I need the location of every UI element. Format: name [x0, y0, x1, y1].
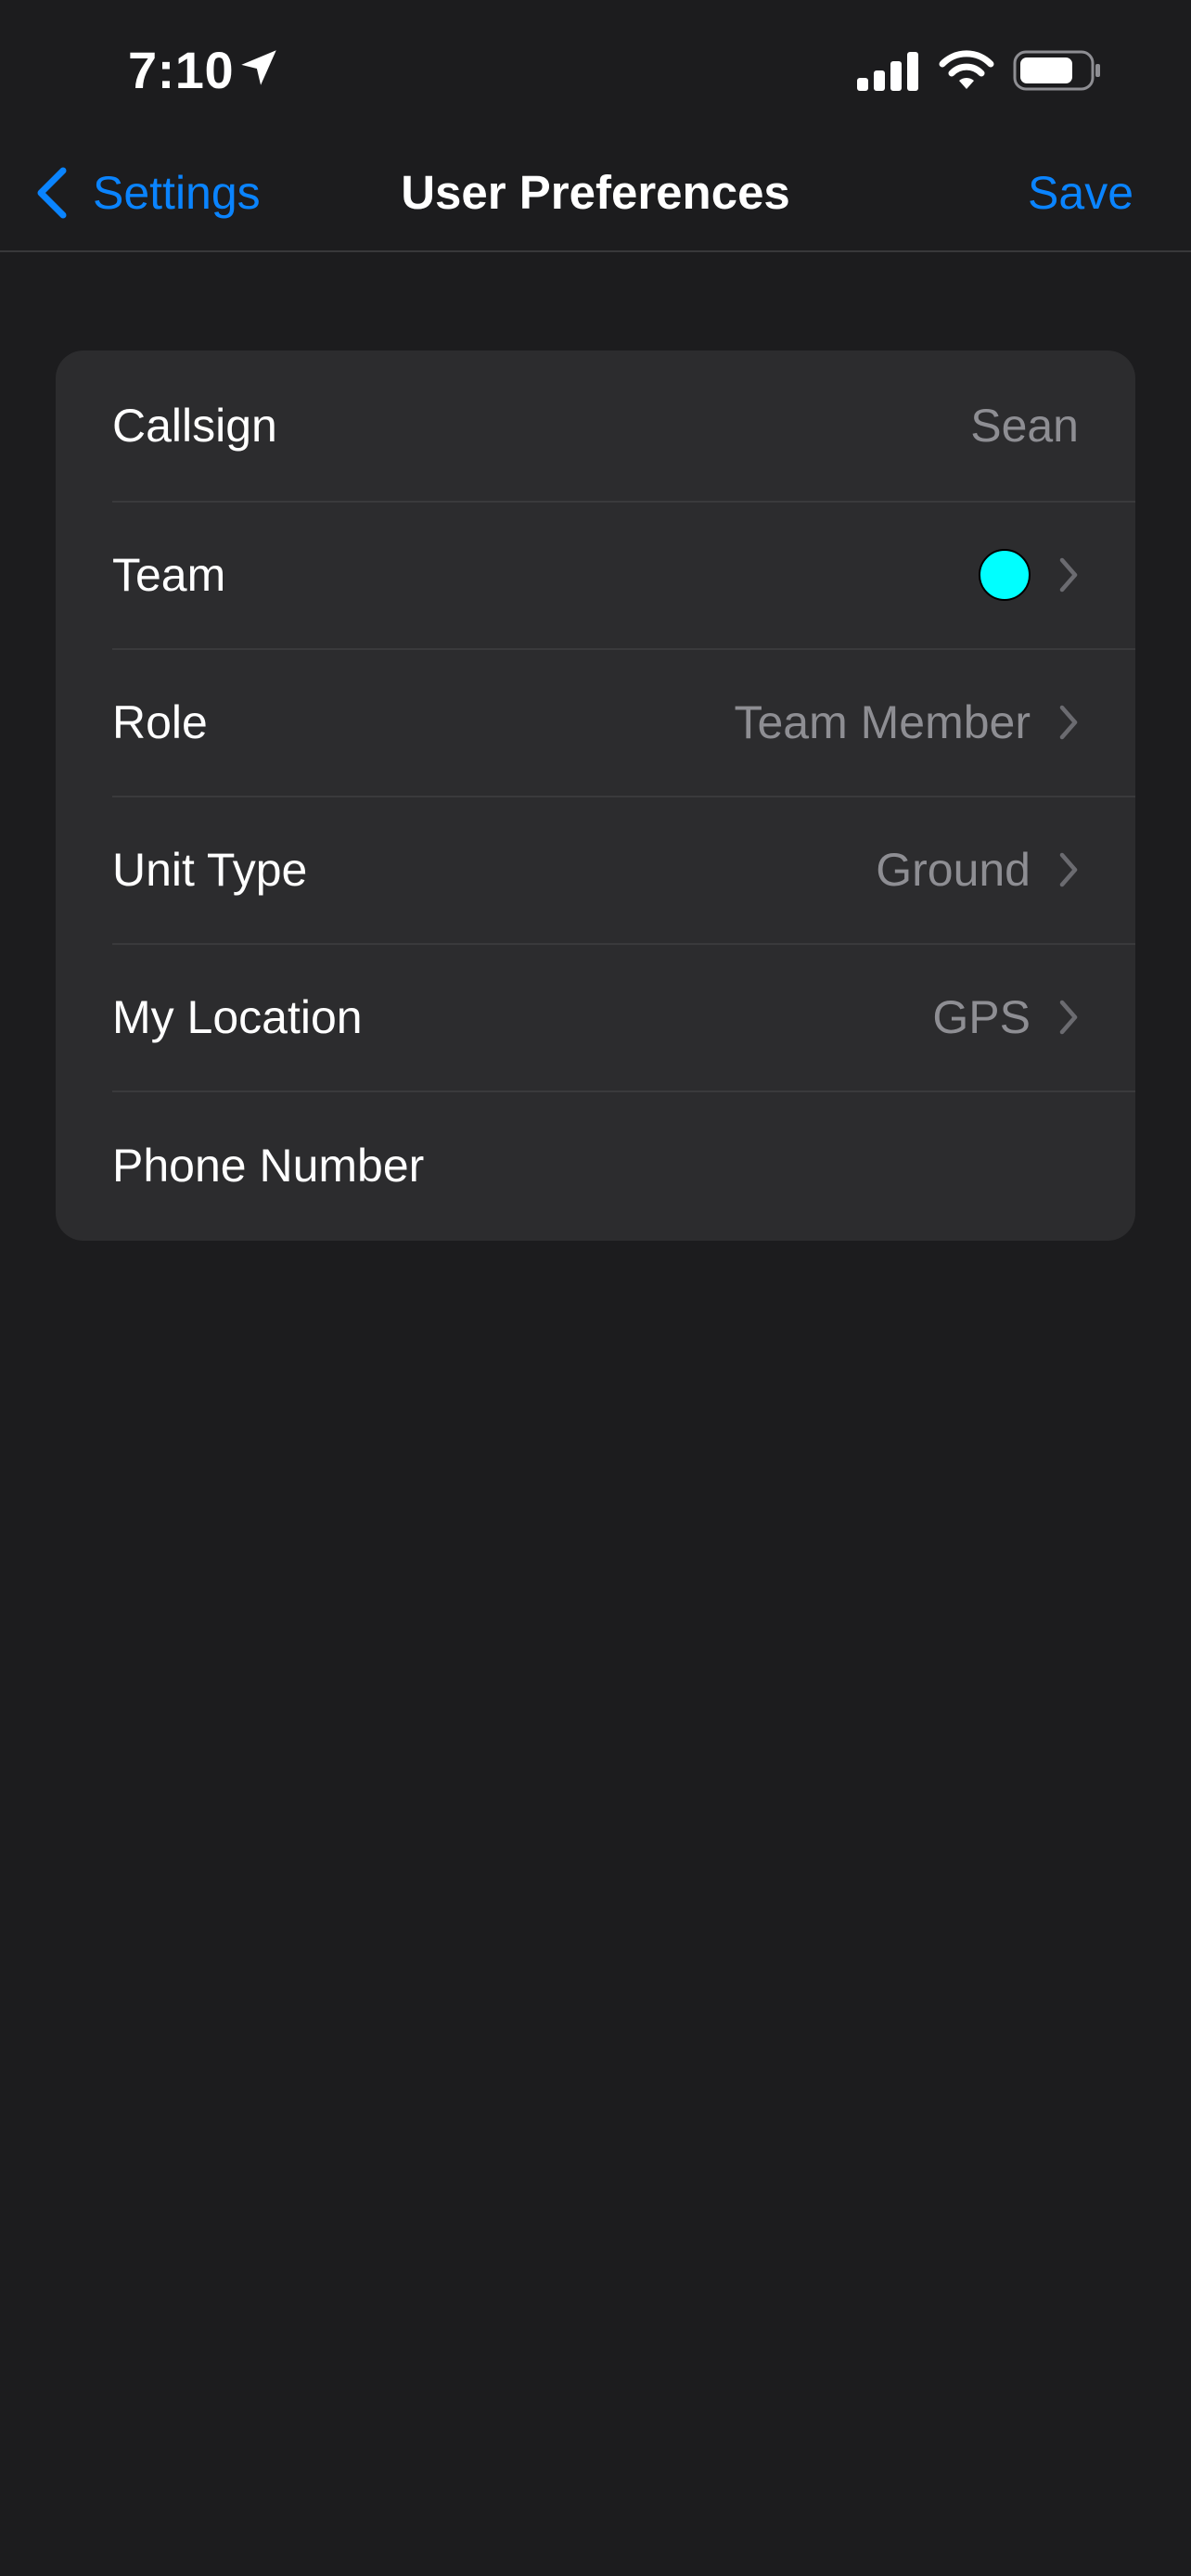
chevron-right-icon [1059, 1000, 1078, 1034]
page-title: User Preferences [401, 166, 790, 219]
chevron-right-icon [1059, 705, 1078, 739]
status-bar: 7:10 [0, 0, 1191, 139]
callsign-row[interactable]: Callsign Sean [56, 351, 1135, 501]
callsign-value: Sean [970, 400, 1079, 452]
status-time: 7:10 [128, 41, 235, 99]
role-value: Team Member [734, 695, 1031, 748]
callsign-label: Callsign [112, 400, 277, 452]
chevron-right-icon [1059, 852, 1078, 886]
my-location-value: GPS [932, 990, 1031, 1043]
my-location-row[interactable]: My Location GPS [56, 943, 1135, 1090]
unit-type-row[interactable]: Unit Type Ground [56, 796, 1135, 943]
wifi-icon [939, 50, 994, 89]
team-label: Team [112, 548, 226, 601]
role-row[interactable]: Role Team Member [56, 648, 1135, 796]
phone-number-label: Phone Number [112, 1140, 425, 1192]
signal-icon [857, 52, 918, 91]
chevron-right-icon [1059, 557, 1078, 592]
preferences-list: Callsign Sean Team Role Team Member Unit… [56, 351, 1135, 1241]
save-button[interactable]: Save [1028, 159, 1133, 226]
role-label: Role [112, 695, 208, 748]
battery-icon [1013, 50, 1100, 91]
unit-type-label: Unit Type [112, 843, 308, 896]
unit-type-value: Ground [876, 843, 1031, 896]
team-color-swatch [979, 548, 1031, 601]
navigation-bar: Settings User Preferences Save [0, 139, 1191, 252]
my-location-label: My Location [112, 990, 363, 1043]
phone-number-row[interactable]: Phone Number [56, 1090, 1135, 1241]
team-row[interactable]: Team [56, 501, 1135, 648]
location-arrow-icon [241, 50, 276, 85]
